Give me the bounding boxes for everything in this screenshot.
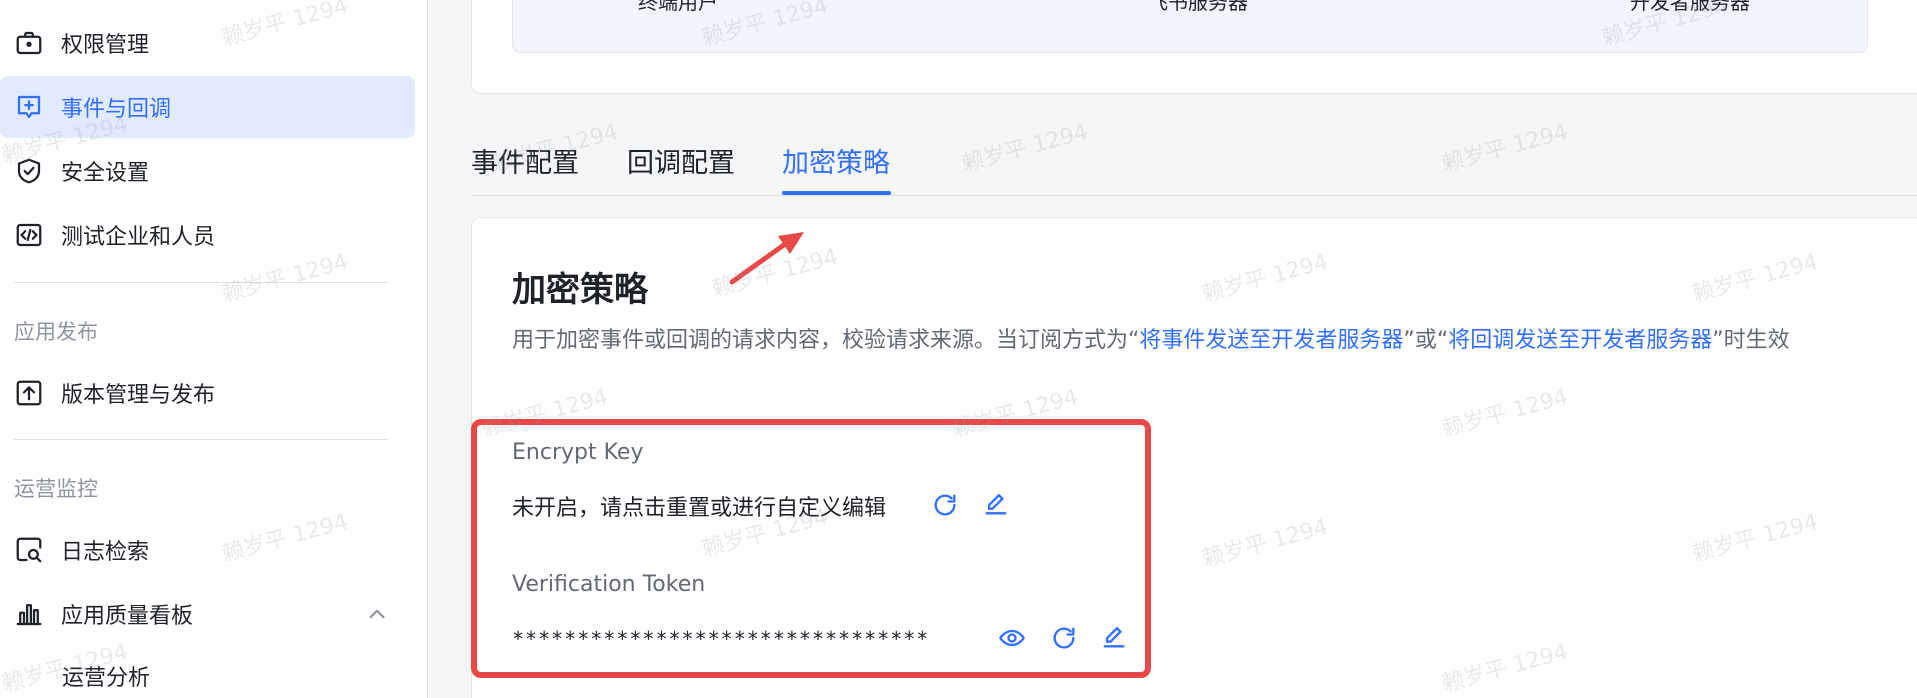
tab-event-config[interactable]: 事件配置 [471, 141, 579, 180]
sidebar-item-quality-dashboard[interactable]: 应用质量看板 [0, 583, 415, 645]
search-log-icon [14, 535, 44, 565]
desc-text: 用于加密事件或回调的请求内容，校验请求来源。当订阅方式为“ [512, 328, 1140, 353]
link-send-events[interactable]: 将事件发送至开发者服务器 [1139, 328, 1403, 353]
sidebar-item-security[interactable]: 安全设置 [0, 140, 415, 202]
sidebar-subitem-operations-analysis[interactable]: 运营分析 [62, 660, 150, 692]
sidebar-item-permissions[interactable]: 权限管理 [0, 12, 415, 74]
plus-square-icon [14, 92, 44, 122]
shield-check-icon [14, 156, 44, 186]
annotation-highlight-box [471, 419, 1151, 678]
section-description: 用于加密事件或回调的请求内容，校验请求来源。当订阅方式为“将事件发送至开发者服务… [512, 322, 1872, 360]
briefcase-icon [14, 28, 44, 58]
sidebar-item-label: 测试企业和人员 [61, 225, 216, 250]
sidebar-item-label: 日志检索 [61, 540, 150, 565]
annotation-arrow-icon [729, 232, 804, 285]
bar-chart-icon [14, 599, 44, 629]
group-title-monitoring: 运营监控 [14, 477, 98, 501]
sidebar-item-version-release[interactable]: 版本管理与发布 [0, 362, 415, 424]
chevron-up-icon[interactable] [364, 601, 390, 627]
flow-node-dev-server: 开发者服务器 [1630, 0, 1750, 14]
sidebar-item-label: 应用质量看板 [61, 604, 194, 629]
flow-node-lark-server: 飞书服务器 [1148, 0, 1248, 14]
sidebar-item-label: 安全设置 [61, 161, 150, 186]
sidebar-item-events-callbacks[interactable]: 事件与回调 [0, 76, 415, 138]
watermark: 赖岁平 1294 [959, 119, 1091, 178]
sidebar-divider [14, 439, 388, 440]
sidebar-item-log-search[interactable]: 日志检索 [0, 519, 415, 581]
desc-text: ”或“ [1403, 328, 1449, 353]
tab-encryption-strategy[interactable]: 加密策略 [782, 141, 890, 180]
tab-callback-config[interactable]: 回调配置 [627, 141, 735, 180]
upload-icon [14, 378, 44, 408]
code-icon [14, 220, 44, 250]
sidebar-item-label: 版本管理与发布 [61, 383, 216, 408]
link-send-callbacks[interactable]: 将回调发送至开发者服务器 [1448, 328, 1712, 353]
watermark: 赖岁平 1294 [1439, 119, 1571, 178]
group-title-release: 应用发布 [14, 320, 98, 344]
sidebar: 权限管理 事件与回调 安全设置 测试企业和人员 应用发布 版本管理与发布 运营监… [0, 0, 428, 698]
section-title: 加密策略 [512, 270, 648, 310]
sidebar-item-label: 权限管理 [61, 33, 150, 58]
sidebar-item-label: 事件与回调 [61, 97, 172, 122]
flow-node-end-user: 终端用户 [638, 0, 718, 14]
sidebar-divider [14, 282, 388, 283]
tabs-divider [471, 195, 1917, 196]
active-tab-indicator [782, 191, 891, 195]
desc-text: ”时生效 [1712, 328, 1790, 353]
sidebar-item-test-tenants[interactable]: 测试企业和人员 [0, 204, 415, 266]
